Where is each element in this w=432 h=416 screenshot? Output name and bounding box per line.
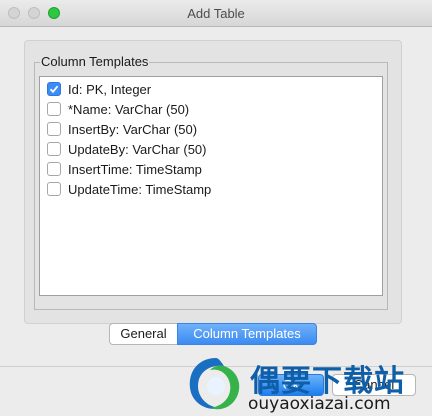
checkbox[interactable]	[47, 122, 61, 136]
list-item-label: InsertBy: VarChar (50)	[68, 121, 198, 137]
list-item-label: UpdateTime: TimeStamp	[68, 181, 212, 197]
watermark-swirl-icon	[189, 358, 240, 410]
watermark-url: ouyaoxiazai.com	[248, 394, 391, 414]
list-item-label: *Name: VarChar (50)	[68, 101, 190, 117]
watermark-logo: 偶要下载站 ouyaoxiazai.com	[184, 352, 432, 416]
list-item-label: InsertTime: TimeStamp	[68, 161, 202, 177]
list-item-label: UpdateBy: VarChar (50)	[68, 141, 207, 157]
tab-general[interactable]: General	[109, 323, 177, 345]
list-item[interactable]: UpdateBy: VarChar (50)	[47, 139, 207, 159]
list-item[interactable]: UpdateTime: TimeStamp	[47, 179, 211, 199]
checkbox[interactable]	[47, 182, 61, 196]
checkbox[interactable]	[47, 142, 61, 156]
checkmark-icon	[49, 85, 59, 94]
tab-column-templates[interactable]: Column Templates	[177, 323, 317, 345]
tab-bar: General Column Templates	[109, 323, 317, 345]
title-bar: Add Table	[0, 0, 432, 27]
list-item[interactable]: *Name: VarChar (50)	[47, 99, 189, 119]
list-item[interactable]: InsertTime: TimeStamp	[47, 159, 202, 179]
list-item-label: Id: PK, Integer	[68, 81, 152, 97]
list-item[interactable]: InsertBy: VarChar (50)	[47, 119, 197, 139]
checkbox[interactable]	[47, 162, 61, 176]
column-templates-list: Id: PK, Integer *Name: VarChar (50) Inse…	[39, 76, 383, 296]
checkbox[interactable]	[47, 102, 61, 116]
list-item[interactable]: Id: PK, Integer	[47, 79, 151, 99]
group-title: Column Templates	[40, 54, 150, 69]
checkbox[interactable]	[47, 82, 61, 96]
window-title: Add Table	[187, 6, 245, 21]
